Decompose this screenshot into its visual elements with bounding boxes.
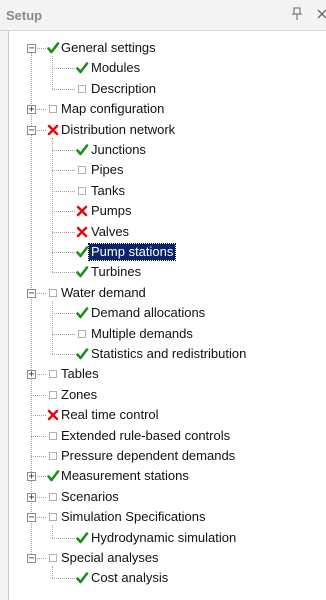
tree-item-modules[interactable]: Modules <box>91 60 140 76</box>
status-empty-icon[interactable] <box>46 490 60 504</box>
tree-item-tanks[interactable]: Tanks <box>91 183 125 199</box>
status-empty-icon[interactable] <box>75 184 89 198</box>
tree-item-map-configuration[interactable]: Map configuration <box>61 101 164 117</box>
collapse-simulation-specifications-icon[interactable]: − <box>27 513 36 523</box>
status-check-icon[interactable] <box>75 265 89 279</box>
status-cross-icon[interactable] <box>75 204 89 218</box>
tree-connector <box>31 435 46 437</box>
expand-measurement-stations-icon[interactable]: + <box>27 472 36 482</box>
tree-item-multiple-demands[interactable]: Multiple demands <box>91 326 193 342</box>
status-check-icon[interactable] <box>75 245 89 259</box>
status-check-icon[interactable] <box>75 571 89 585</box>
tree-item-junctions[interactable]: Junctions <box>91 142 146 158</box>
collapse-general-settings-icon[interactable]: − <box>27 44 36 54</box>
tree-connector <box>52 170 75 172</box>
tree-connector <box>52 190 75 192</box>
tree-connector <box>52 68 75 70</box>
status-check-icon[interactable] <box>75 531 89 545</box>
status-check-icon[interactable] <box>46 41 60 55</box>
tree-item-pumps[interactable]: Pumps <box>91 203 131 219</box>
status-empty-icon[interactable] <box>46 429 60 443</box>
collapse-special-analyses-icon[interactable]: − <box>27 554 36 564</box>
tree-child-connector <box>52 56 53 89</box>
status-empty-icon[interactable] <box>46 510 60 524</box>
tree-item-statistics-and-redistribution[interactable]: Statistics and redistribution <box>91 346 246 362</box>
status-check-icon[interactable] <box>75 347 89 361</box>
tree-item-demand-allocations[interactable]: Demand allocations <box>91 305 205 321</box>
tree-item-valves[interactable]: Valves <box>91 224 129 240</box>
setup-tree: − General settings Modules Description + Map … <box>0 0 326 600</box>
tree-item-simulation-specifications[interactable]: Simulation Specifications <box>61 509 206 525</box>
collapse-distribution-network-icon[interactable]: − <box>27 125 36 135</box>
tree-connector <box>52 88 75 90</box>
expand-tables-icon[interactable]: + <box>27 370 36 380</box>
setup-panel: Setup − General settings Modules Descriptio… <box>0 0 326 600</box>
status-cross-icon[interactable] <box>46 408 60 422</box>
status-cross-icon[interactable] <box>46 123 60 137</box>
tree-item-zones[interactable]: Zones <box>61 387 97 403</box>
tree-connector <box>52 354 75 355</box>
tree-item-scenarios[interactable]: Scenarios <box>61 489 119 505</box>
tree-connector <box>52 313 75 315</box>
status-empty-icon[interactable] <box>46 286 60 300</box>
tree-item-tables[interactable]: Tables <box>61 366 99 382</box>
collapse-water-demand-icon[interactable]: − <box>27 288 36 298</box>
status-empty-icon[interactable] <box>75 82 89 96</box>
tree-connector <box>31 415 46 417</box>
tree-item-distribution-network[interactable]: Distribution network <box>61 122 175 138</box>
expand-scenarios-icon[interactable]: + <box>27 492 36 502</box>
status-check-icon[interactable] <box>75 143 89 157</box>
status-check-icon[interactable] <box>75 306 89 320</box>
status-empty-icon[interactable] <box>75 163 89 177</box>
expand-map-configuration-icon[interactable]: + <box>27 105 36 115</box>
tree-connector <box>31 394 46 396</box>
tree-child-connector <box>52 566 53 579</box>
status-check-icon[interactable] <box>75 61 89 75</box>
status-empty-icon[interactable] <box>46 551 60 565</box>
tree-item-measurement-stations[interactable]: Measurement stations <box>61 468 189 484</box>
tree-connector <box>31 456 46 457</box>
tree-item-hydrodynamic-simulation[interactable]: Hydrodynamic simulation <box>91 530 236 546</box>
status-empty-icon[interactable] <box>75 327 89 341</box>
tree-item-real-time-control[interactable]: Real time control <box>61 407 159 423</box>
status-empty-icon[interactable] <box>46 388 60 402</box>
tree-connector <box>52 578 75 580</box>
tree-connector <box>52 272 75 274</box>
tree-item-pressure-dependent-demands[interactable]: Pressure dependent demands <box>61 448 235 464</box>
status-empty-icon[interactable] <box>46 449 60 463</box>
tree-item-turbines[interactable]: Turbines <box>91 264 141 280</box>
tree-item-special-analyses[interactable]: Special analyses <box>61 550 159 566</box>
tree-item-cost-analysis[interactable]: Cost analysis <box>91 570 168 586</box>
tree-item-pump-stations[interactable]: Pump stations <box>87 243 177 261</box>
tree-item-description[interactable]: Description <box>91 81 156 97</box>
tree-connector <box>52 211 75 213</box>
tree-connector <box>52 252 75 253</box>
tree-connector <box>52 537 75 539</box>
tree-connector <box>52 333 75 335</box>
status-cross-icon[interactable] <box>75 225 89 239</box>
tree-child-connector <box>52 300 53 354</box>
status-empty-icon[interactable] <box>46 102 60 116</box>
tree-connector <box>52 150 75 151</box>
status-empty-icon[interactable] <box>46 367 60 381</box>
tree-item-general-settings[interactable]: General settings <box>61 40 156 56</box>
tree-item-water-demand[interactable]: Water demand <box>61 285 146 301</box>
tree-child-connector <box>52 525 53 538</box>
tree-connector <box>52 231 75 233</box>
status-check-icon[interactable] <box>46 469 60 483</box>
tree-item-pipes[interactable]: Pipes <box>91 162 124 178</box>
tree-item-extended-rule-based-controls[interactable]: Extended rule-based controls <box>61 428 230 444</box>
